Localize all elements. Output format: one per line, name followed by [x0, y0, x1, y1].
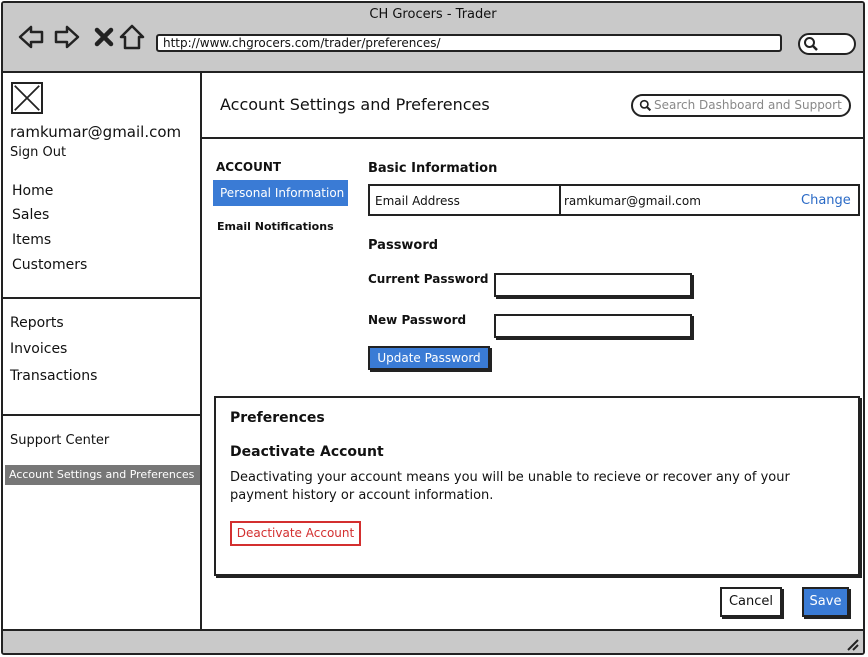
update-password-button[interactable]: Update Password — [368, 346, 490, 370]
deactivate-account-button[interactable]: Deactivate Account — [230, 521, 361, 546]
browser-window: CH Grocers - Trader http://www.chgrocers… — [1, 1, 865, 655]
forward-arrow-icon[interactable] — [53, 23, 81, 51]
user-email: ramkumar@gmail.com — [10, 123, 182, 141]
search-placeholder: Search Dashboard and Support — [654, 98, 842, 112]
tab-personal-information[interactable]: Personal Information — [213, 180, 348, 206]
deactivate-description: Deactivating your account means you will… — [230, 470, 790, 503]
search-icon — [639, 99, 652, 112]
basic-information-heading: Basic Information — [368, 161, 498, 176]
current-password-field[interactable] — [494, 273, 692, 297]
sidebar-divider — [3, 414, 200, 416]
preferences-heading: Preferences — [230, 410, 325, 426]
new-password-field[interactable] — [494, 314, 692, 338]
sign-out-link[interactable]: Sign Out — [10, 145, 66, 160]
deactivate-heading: Deactivate Account — [230, 444, 384, 460]
password-heading: Password — [368, 238, 439, 253]
browser-toolbar: CH Grocers - Trader http://www.chgrocers… — [3, 3, 863, 73]
account-heading: ACCOUNT — [216, 160, 282, 174]
save-button[interactable]: Save — [802, 587, 849, 617]
nav-account-settings-selected[interactable]: Account Settings and Preferences — [5, 465, 200, 485]
nav-home[interactable]: Home — [12, 183, 53, 199]
email-value: ramkumar@gmail.com — [564, 194, 701, 208]
nav-items[interactable]: Items — [12, 232, 51, 248]
header-divider — [202, 137, 863, 139]
avatar-image-placeholder — [11, 82, 43, 114]
page-title: Account Settings and Preferences — [220, 95, 490, 114]
dashboard-search-input[interactable]: Search Dashboard and Support — [631, 94, 851, 117]
new-password-label: New Password — [368, 313, 467, 327]
email-info-row: Email Address ramkumar@gmail.com Change — [368, 184, 860, 216]
current-password-label: Current Password — [368, 272, 489, 286]
nav-reports[interactable]: Reports — [10, 315, 64, 331]
change-email-link[interactable]: Change — [801, 193, 851, 208]
preferences-panel: Preferences Deactivate Account Deactivat… — [214, 396, 860, 576]
sidebar-divider — [3, 297, 200, 299]
email-label: Email Address — [375, 194, 460, 208]
home-icon[interactable] — [118, 23, 146, 51]
nav-sales[interactable]: Sales — [12, 207, 49, 223]
tab-email-notifications[interactable]: Email Notifications — [217, 220, 334, 233]
search-icon — [804, 37, 818, 51]
address-bar[interactable]: http://www.chgrocers.com/trader/preferen… — [156, 34, 782, 52]
browser-search-field[interactable] — [798, 33, 856, 55]
window-title: CH Grocers - Trader — [369, 7, 497, 22]
cancel-button[interactable]: Cancel — [720, 587, 782, 617]
nav-customers[interactable]: Customers — [12, 257, 87, 273]
main-content: Account Settings and Preferences Search … — [202, 73, 863, 629]
status-bar — [3, 629, 863, 653]
nav-transactions[interactable]: Transactions — [10, 368, 97, 384]
nav-support-center[interactable]: Support Center — [10, 433, 109, 448]
sidebar: ramkumar@gmail.com Sign Out Home Sales I… — [3, 73, 202, 629]
resize-grip-icon[interactable] — [845, 637, 859, 651]
close-icon[interactable] — [90, 23, 118, 51]
cell-divider — [559, 186, 561, 214]
back-arrow-icon[interactable] — [17, 23, 45, 51]
nav-invoices[interactable]: Invoices — [10, 341, 67, 357]
